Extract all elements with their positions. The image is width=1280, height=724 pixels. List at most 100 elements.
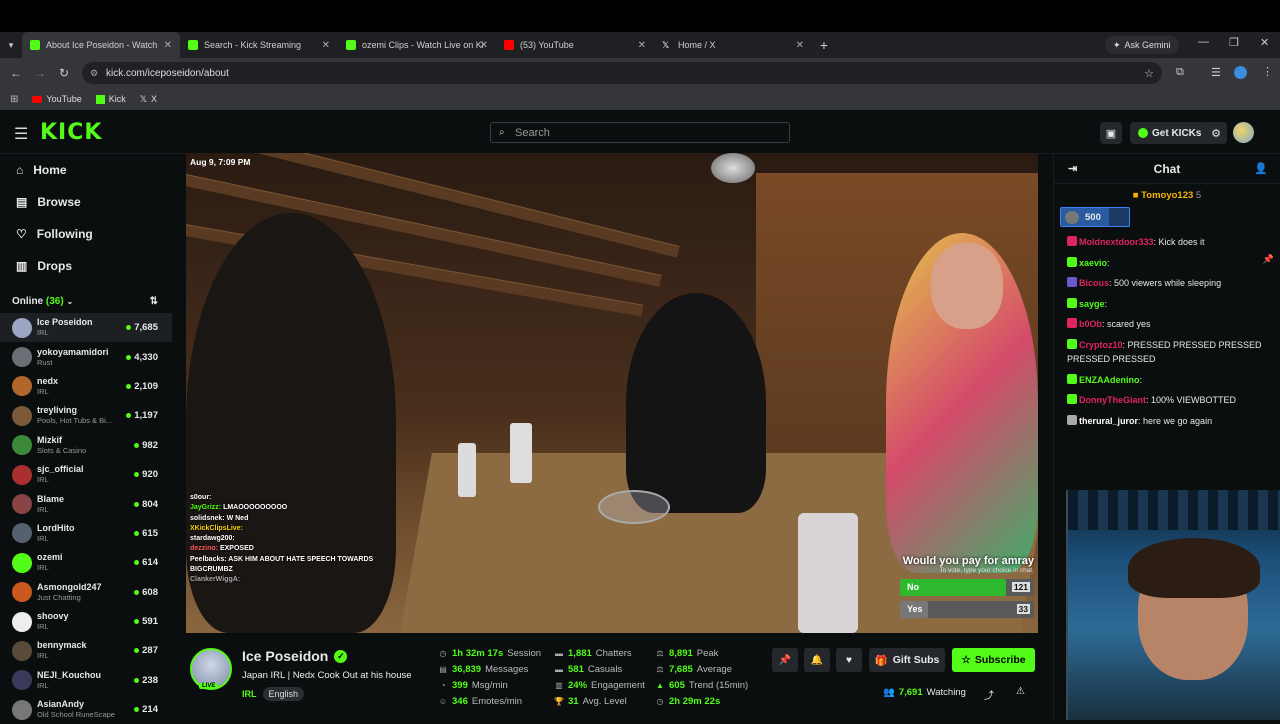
bell-icon[interactable]: 🔔	[804, 648, 830, 672]
sidebar-channel[interactable]: treyliving Pools, Hot Tubs & Bi... 1,197	[0, 401, 172, 430]
browser-tab[interactable]: ozemi Clips - Watch Live on Ki ✕	[338, 32, 496, 58]
sidebar-channel[interactable]: Mizkif Slots & Casino 982	[0, 431, 172, 460]
sidebar-channel[interactable]: sjc_official IRL 920	[0, 460, 172, 489]
video-player[interactable]: Aug 9, 7:09 PM s0our: JayGrizz: LMAOOOOOO…	[186, 153, 1038, 633]
sort-icon[interactable]: ⇅	[150, 296, 158, 307]
sidebar-channel[interactable]: yokoyamamidori Rust 4,330	[0, 342, 172, 371]
menu-dots-icon[interactable]: ⋮	[1262, 65, 1273, 78]
kick-logo[interactable]: KICK	[40, 120, 102, 145]
get-kicks-button[interactable]: Get KICKs	[1130, 122, 1210, 144]
report-icon[interactable]: ⚠	[1016, 686, 1025, 697]
bookmark-star-icon[interactable]: ☆	[1144, 67, 1154, 80]
close-window-icon[interactable]: ✕	[1260, 36, 1269, 49]
bookmark-x[interactable]: 𝕏X	[140, 94, 157, 105]
chat-username[interactable]: therural_juror	[1079, 416, 1138, 426]
url-input[interactable]: ⚙ kick.com/iceposeidon/about ☆	[82, 62, 1162, 84]
language-tag[interactable]: English	[262, 687, 305, 701]
chat-username[interactable]: xaevio	[1079, 258, 1107, 268]
chat-username[interactable]: b0Ob	[1079, 319, 1102, 329]
extensions-icon[interactable]: ⧉	[1176, 66, 1184, 79]
overlay-chat-user: stardawg200:	[190, 535, 235, 543]
chat-message[interactable]: xaevio:	[1067, 256, 1272, 271]
sidebar-item-drops[interactable]: ▥ Drops	[0, 250, 172, 282]
channel-avatar	[12, 640, 32, 661]
sidebar-channel[interactable]: Ice Poseidon IRL 7,685	[0, 313, 172, 343]
browser-tab[interactable]: About Ice Poseidon - Watch ✕	[22, 32, 180, 58]
close-tab-icon[interactable]: ✕	[638, 40, 646, 51]
layout-icon[interactable]: ▣	[1100, 122, 1122, 144]
close-tab-icon[interactable]: ✕	[322, 40, 330, 51]
reload-icon[interactable]: ↻	[52, 66, 76, 80]
apps-grid-icon[interactable]: ⊞	[10, 94, 18, 105]
pin-chat-icon[interactable]: 📌	[1263, 254, 1274, 265]
channel-category: Just Chatting	[37, 592, 81, 602]
close-tab-icon[interactable]: ✕	[480, 40, 488, 51]
tab-groups-icon[interactable]: ☰	[1211, 66, 1221, 79]
category-link[interactable]: IRL	[242, 689, 257, 699]
sidebar-item-home[interactable]: ⌂ Home	[0, 154, 172, 186]
chat-message[interactable]: b0Ob: scared yes	[1067, 317, 1272, 332]
chat-username[interactable]: Moldnextdoor333	[1079, 237, 1154, 247]
sidebar-channel[interactable]: Asmongold247 Just Chatting 608	[0, 578, 172, 607]
browser-tab[interactable]: (53) YouTube ✕	[496, 32, 654, 58]
back-icon[interactable]: ←	[4, 66, 28, 80]
profile-icon[interactable]	[1234, 66, 1247, 79]
sidebar-channel[interactable]: LordHito IRL 615	[0, 519, 172, 548]
chat-username[interactable]: Cryptoz10	[1079, 340, 1123, 350]
minimize-icon[interactable]: —	[1198, 36, 1209, 48]
sidebar-channel[interactable]: ozemi IRL 614	[0, 548, 172, 577]
overlay-chat-user: solidsnek:	[190, 514, 225, 522]
sidebar-item-following[interactable]: ♡ Following	[0, 218, 172, 250]
title-strip	[0, 0, 1280, 32]
chat-message[interactable]: sayge:	[1067, 297, 1272, 312]
bookmark-youtube[interactable]: YouTube	[32, 94, 82, 104]
ask-gemini-button[interactable]: ✦ Ask Gemini	[1105, 36, 1179, 54]
site-info-icon[interactable]: ⚙	[90, 68, 98, 79]
sidebar-channel[interactable]: NEJI_Kouchou IRL 238	[0, 666, 172, 695]
browser-tab[interactable]: 𝕏 Home / X ✕	[654, 32, 812, 58]
chat-username[interactable]: ENZAAdenino	[1079, 375, 1140, 385]
hamburger-menu-icon[interactable]: ☰	[14, 124, 28, 144]
pin-icon[interactable]: 📌	[772, 648, 798, 672]
settings-gear-icon[interactable]: ⚙	[1205, 122, 1227, 144]
online-header[interactable]: Online (36) ⌄ ⇅	[0, 282, 172, 313]
sidebar-channel[interactable]: nedx IRL 2,109	[0, 372, 172, 401]
follow-heart-icon[interactable]: ♥	[836, 648, 862, 672]
chat-message[interactable]: Bicous: 500 viewers while sleeping	[1067, 276, 1272, 291]
chat-users-icon[interactable]: 👤	[1254, 162, 1268, 175]
close-tab-icon[interactable]: ✕	[796, 40, 804, 51]
gifter-name[interactable]: Tomoyo123	[1141, 190, 1193, 201]
new-tab-icon[interactable]: +	[812, 37, 836, 53]
viewers-icon: 👥	[883, 687, 895, 698]
gift-subs-button[interactable]: 🎁 Gift Subs	[869, 648, 945, 672]
sidebar-channel[interactable]: Blame IRL 804	[0, 489, 172, 518]
user-avatar[interactable]	[1233, 122, 1254, 143]
browser-tab[interactable]: Search - Kick Streaming ✕	[180, 32, 338, 58]
sidebar-item-browse[interactable]: ▤ Browse	[0, 186, 172, 218]
search-input[interactable]: ⌕ Search	[490, 122, 790, 143]
chat-message[interactable]: Cryptoz10: PRESSED PRESSED PRESSED PRESS…	[1067, 338, 1272, 367]
tab-search-icon[interactable]: ▾	[0, 34, 22, 56]
sidebar-channel[interactable]: bennymack IRL 287	[0, 636, 172, 665]
close-tab-icon[interactable]: ✕	[164, 40, 172, 51]
chat-message[interactable]: therural_juror: here we go again	[1067, 414, 1272, 429]
chat-username[interactable]: Bicous	[1079, 278, 1109, 288]
subscribe-button[interactable]: ☆ Subscribe	[952, 648, 1035, 672]
chat-username[interactable]: DonnyTheGiant	[1079, 395, 1146, 405]
channel-name[interactable]: Ice Poseidon	[242, 648, 328, 664]
channel-viewers: 614	[134, 557, 158, 568]
maximize-icon[interactable]: ❐	[1229, 36, 1239, 49]
collapse-chat-icon[interactable]: ⇥	[1068, 162, 1077, 175]
forward-icon[interactable]: →	[28, 66, 52, 80]
tab-title: (53) YouTube	[520, 40, 574, 50]
share-icon[interactable]: ⤴	[984, 687, 994, 702]
sidebar-channel[interactable]: shoovy IRL 591	[0, 607, 172, 636]
timer-icon: ◷	[656, 697, 664, 706]
live-dot-icon	[126, 354, 132, 360]
chat-message[interactable]: ENZAAdenino:	[1067, 373, 1272, 388]
chat-username[interactable]: sayge	[1079, 299, 1105, 309]
bookmark-kick[interactable]: Kick	[95, 94, 126, 104]
channel-name: Mizkif	[37, 434, 63, 445]
chat-message[interactable]: DonnyTheGiant: 100% VIEWBOTTED	[1067, 393, 1272, 408]
chat-message[interactable]: Moldnextdoor333: Kick does it	[1067, 235, 1272, 250]
